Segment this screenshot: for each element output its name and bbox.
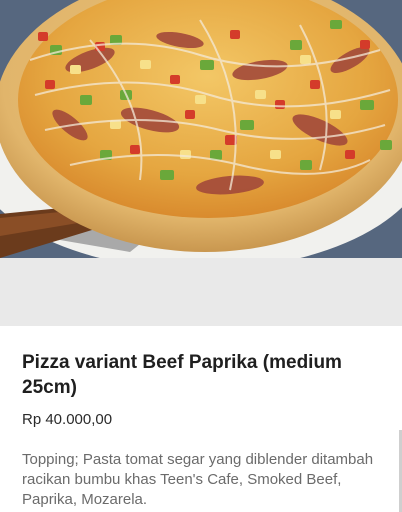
product-title: Pizza variant Beef Paprika (medium 25cm) bbox=[22, 352, 342, 398]
product-detail-screen: Pizza variant Beef Paprika (medium 25cm)… bbox=[0, 0, 402, 512]
product-description: Topping; Pasta tomat segar yang diblende… bbox=[22, 451, 374, 508]
pizza-illustration bbox=[0, 0, 402, 258]
product-details: Pizza variant Beef Paprika (medium 25cm)… bbox=[0, 326, 402, 512]
image-caption-area bbox=[0, 258, 402, 326]
product-image[interactable] bbox=[0, 0, 402, 258]
product-price: Rp 40.000,00 bbox=[22, 411, 113, 428]
